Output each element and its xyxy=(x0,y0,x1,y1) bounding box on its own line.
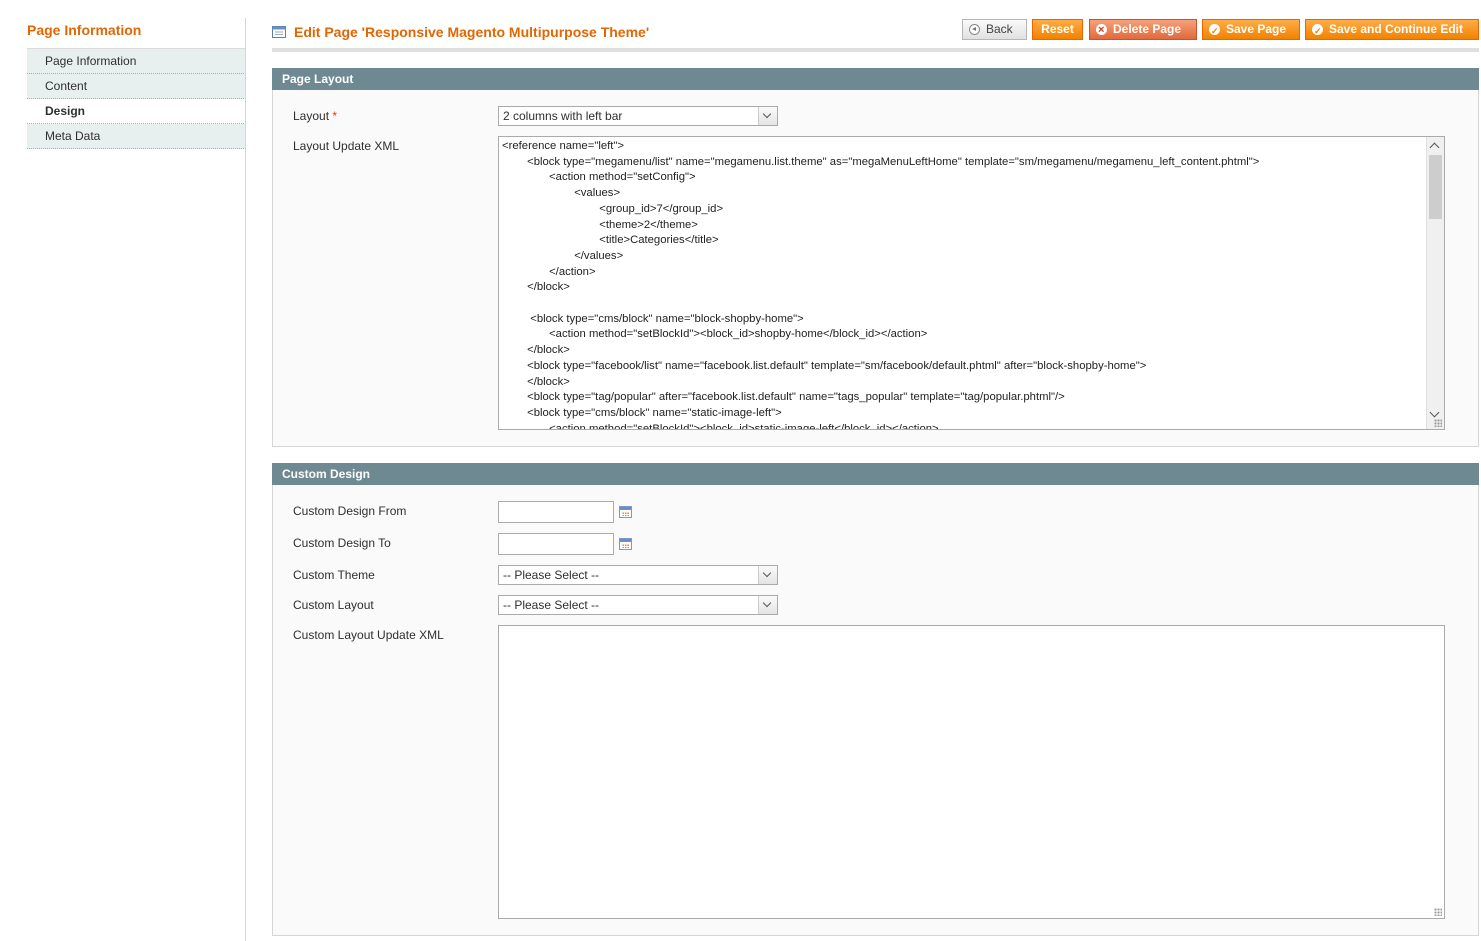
custom-layout-label: Custom Layout xyxy=(293,598,374,612)
custom-layout-update-xml-content xyxy=(502,628,1424,918)
calendar-icon[interactable] xyxy=(619,506,632,518)
tab-meta-data[interactable]: Meta Data xyxy=(27,124,246,149)
back-button-label: Back xyxy=(986,22,1013,36)
layout-label-text: Layout xyxy=(293,109,330,123)
custom-layout-update-xml-label: Custom Layout Update XML xyxy=(293,628,444,642)
scrollbar-thumb[interactable] xyxy=(1429,155,1442,219)
delete-icon xyxy=(1096,21,1107,40)
page-layout-header: Page Layout xyxy=(272,68,1479,90)
custom-design-header: Custom Design xyxy=(272,463,1479,485)
custom-theme-value: -- Please Select -- xyxy=(503,568,600,582)
chevron-down-icon xyxy=(758,566,777,584)
custom-theme-label: Custom Theme xyxy=(293,568,375,582)
save-check-icon xyxy=(1209,22,1220,41)
save-continue-button-label: Save and Continue Edit xyxy=(1329,22,1464,36)
custom-design-from-label: Custom Design From xyxy=(293,504,407,518)
save-continue-check-icon xyxy=(1312,22,1323,41)
required-marker: * xyxy=(332,109,338,123)
layout-update-xml-textarea[interactable]: <reference name="left"> <block type="meg… xyxy=(498,136,1445,430)
delete-page-button-label: Delete Page xyxy=(1113,22,1182,36)
save-continue-button[interactable]: Save and Continue Edit xyxy=(1305,19,1479,41)
back-arrow-icon xyxy=(969,24,980,35)
layout-update-xml-content: <reference name="left"> <block type="meg… xyxy=(502,140,1260,429)
sidebar-title: Page Information xyxy=(27,22,142,38)
layout-select-value: 2 columns with left bar xyxy=(503,109,623,123)
page-header: Edit Page 'Responsive Magento Multipurpo… xyxy=(272,18,1479,52)
custom-theme-select[interactable]: -- Please Select -- xyxy=(498,565,778,585)
save-page-button-label: Save Page xyxy=(1226,22,1287,36)
sidebar: Page Information Page Information Conten… xyxy=(27,18,246,149)
reset-button[interactable]: Reset xyxy=(1032,19,1083,40)
textarea-scrollbar[interactable] xyxy=(1426,137,1444,429)
page-edit-icon xyxy=(272,26,286,38)
reset-button-label: Reset xyxy=(1041,22,1074,36)
tab-page-information[interactable]: Page Information xyxy=(27,49,246,74)
delete-page-button[interactable]: Delete Page xyxy=(1089,19,1197,40)
layout-select[interactable]: 2 columns with left bar xyxy=(498,106,778,126)
resize-grip-icon[interactable] xyxy=(1434,419,1442,427)
custom-design-to-input[interactable] xyxy=(498,533,614,555)
layout-update-xml-label: Layout Update XML xyxy=(293,139,400,153)
custom-layout-select[interactable]: -- Please Select -- xyxy=(498,595,778,615)
resize-grip-icon[interactable] xyxy=(1434,908,1442,916)
save-page-button[interactable]: Save Page xyxy=(1202,19,1300,41)
back-button[interactable]: Back xyxy=(962,19,1027,40)
custom-design-to-label: Custom Design To xyxy=(293,536,391,550)
sidebar-divider xyxy=(245,18,246,941)
custom-layout-update-xml-textarea[interactable] xyxy=(498,625,1445,919)
chevron-down-icon xyxy=(758,107,777,125)
sidebar-tabs: Page Information Content Design Meta Dat… xyxy=(27,48,246,149)
layout-label: Layout * xyxy=(293,109,337,123)
tab-content[interactable]: Content xyxy=(27,74,246,99)
custom-layout-value: -- Please Select -- xyxy=(503,598,600,612)
calendar-icon[interactable] xyxy=(619,538,632,550)
tab-design[interactable]: Design xyxy=(27,99,246,124)
chevron-down-icon xyxy=(758,596,777,614)
custom-design-from-input[interactable] xyxy=(498,501,614,523)
page-title: Edit Page 'Responsive Magento Multipurpo… xyxy=(294,24,650,40)
